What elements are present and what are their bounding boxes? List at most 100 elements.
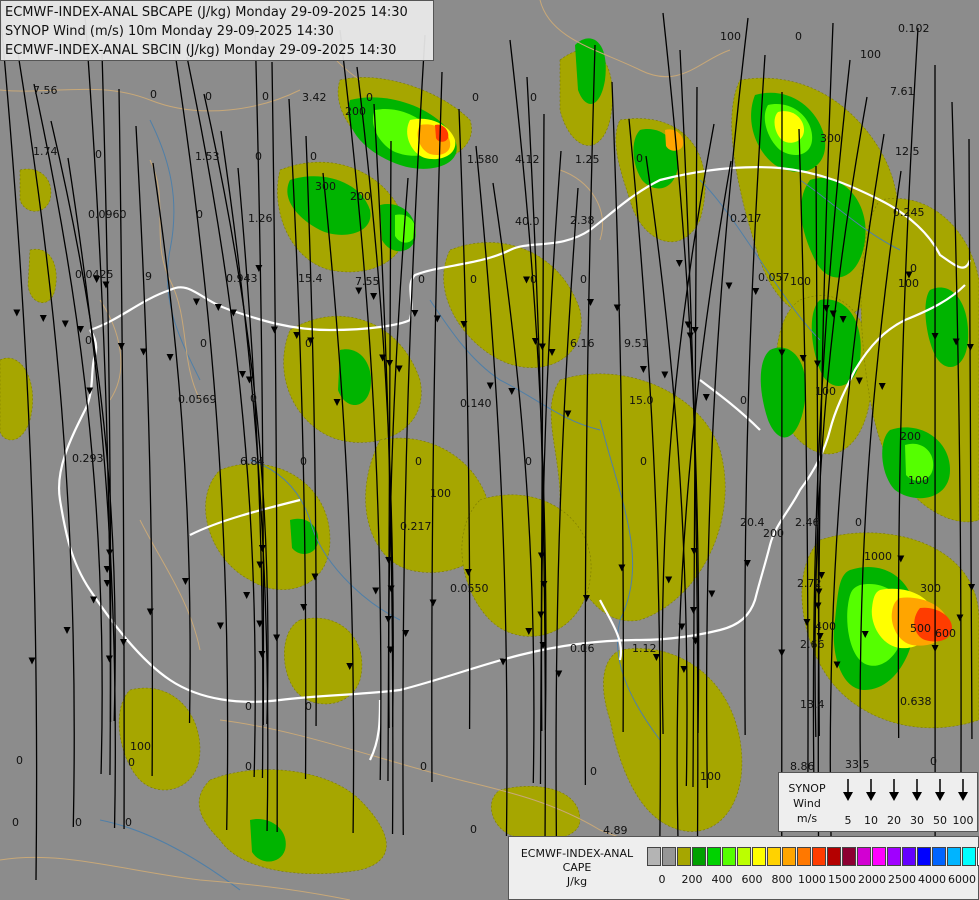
cape-tick-label: 200 — [681, 873, 703, 886]
wind-legend-title: SYNOP Wind m/s — [783, 781, 831, 826]
wind-legend-title-1: SYNOP — [788, 782, 826, 795]
streamline-arrow — [255, 265, 263, 272]
cape-tick-label: 6000 — [948, 873, 976, 886]
map-value-label: 2.72 — [797, 577, 822, 590]
map-value-label: 6.84 — [240, 455, 265, 468]
down-arrow-icon — [912, 779, 922, 801]
map-value-label: 0.140 — [460, 397, 492, 410]
streamline-arrow — [270, 326, 278, 334]
cape-tick-label: 600 — [741, 873, 763, 886]
map-canvas: 7.56 0 0 0 3.42 0 0 0 0 0.102 1.74 0 1.53 0 0 1.580 4.12… — [0, 0, 979, 900]
map-value-label: 0.0550 — [450, 582, 489, 595]
cape-color-swatch — [752, 847, 766, 866]
map-value-label: 0.0569 — [178, 393, 217, 406]
map-value-label: 0 — [530, 273, 537, 286]
streamline-arrow — [105, 655, 113, 663]
wind-legend-key: 100 — [951, 777, 975, 829]
cape-tick-label: 2000 — [858, 873, 886, 886]
map-value-label: 2.38 — [570, 214, 595, 227]
down-arrow-icon — [958, 779, 968, 801]
streamline-arrow — [238, 371, 246, 378]
streamline-arrow — [146, 608, 154, 616]
map-value-label: 0 — [590, 765, 597, 778]
cape-color-swatch — [917, 847, 931, 866]
map-value-label: 2.66 — [800, 638, 825, 651]
map-value-label: 1.53 — [195, 150, 220, 163]
streamline-arrow — [117, 343, 125, 350]
streamline — [84, 14, 112, 776]
streamline-arrow — [778, 649, 786, 657]
map-value-label: 1.12 — [632, 642, 657, 655]
streamline-arrow — [355, 287, 363, 295]
map-value-label: 0 — [205, 90, 212, 103]
streamline-arrow — [13, 309, 21, 317]
map-value-label: 0 — [200, 337, 207, 350]
map-value-label: 0 — [470, 823, 477, 836]
map-value-label: 1.580 — [467, 153, 499, 166]
cape-tick-label: 4000 — [918, 873, 946, 886]
map-value-label: 0 — [366, 91, 373, 104]
streamline — [322, 172, 355, 834]
admin-border-line — [139, 519, 201, 651]
cape-legend: ECMWF-INDEX-ANAL CAPE J/kg 0 200 400 600 800… — [508, 836, 979, 900]
cape-color-swatch — [842, 847, 856, 866]
map-value-label: 300 — [920, 582, 941, 595]
map-value-label: 33.5 — [845, 758, 870, 771]
map-value-label: 1.25 — [575, 153, 600, 166]
streamline-arrow — [661, 371, 669, 379]
map-title-box: ECMWF-INDEX-ANAL SBCAPE (J/kg) Monday 29… — [0, 0, 434, 61]
streamline-arrow — [216, 622, 224, 630]
map-value-label: 3.42 — [302, 91, 327, 104]
down-arrow-icon — [866, 779, 876, 801]
streamline-arrow — [106, 549, 114, 557]
cape-area-olive — [603, 648, 743, 832]
map-value-label: 1.74 — [33, 145, 58, 158]
map-value-label: 0 — [250, 392, 257, 405]
map-value-label: 0 — [262, 90, 269, 103]
map-value-label: 7.56 — [33, 84, 58, 97]
map-value-label: 0 — [245, 760, 252, 773]
map-value-label: 200 — [900, 430, 921, 443]
cape-color-swatch — [707, 847, 721, 866]
map-value-label: 0 — [75, 816, 82, 829]
map-value-label: 0 — [930, 755, 937, 768]
map-value-label: 20.4 — [740, 516, 765, 529]
map-value-label: 0.943 — [226, 272, 258, 285]
map-value-label: 0 — [910, 262, 917, 275]
streamline-arrow — [372, 587, 380, 595]
cape-legend-title-1: ECMWF-INDEX-ANAL — [520, 847, 634, 860]
wind-legend-key-label: 100 — [952, 814, 974, 827]
streamline-arrow — [499, 658, 507, 666]
map-value-label: 0 — [855, 516, 862, 529]
map-value-label: 0 — [305, 337, 312, 350]
map-value-label: 0 — [472, 91, 479, 104]
streamline-arrow — [686, 332, 694, 340]
streamline-arrow — [370, 293, 378, 300]
streamline-arrow — [725, 282, 733, 290]
map-value-label: 9 — [145, 270, 152, 283]
cape-color-scale — [647, 847, 979, 866]
map-value-label: 200 — [350, 190, 371, 203]
map-value-label: 0 — [16, 754, 23, 767]
map-value-label: 1000 — [864, 550, 892, 563]
cape-color-swatch — [932, 847, 946, 866]
cape-color-swatch — [662, 847, 676, 866]
cape-color-swatch — [737, 847, 751, 866]
map-value-label: 4.12 — [515, 153, 540, 166]
title-line-cin: ECMWF-INDEX-ANAL SBCIN (J/kg) Monday 29-… — [5, 43, 397, 58]
map-value-label: 0 — [196, 208, 203, 221]
country-border-line — [369, 699, 382, 761]
map-value-label: 300 — [820, 132, 841, 145]
map-value-label: 0.638 — [900, 695, 932, 708]
wind-legend-key-label: 30 — [910, 814, 924, 827]
map-value-label: 7.55 — [355, 275, 380, 288]
wind-legend-key-label: 10 — [864, 814, 878, 827]
cape-tick-label: 1500 — [828, 873, 856, 886]
map-value-label: 9.51 — [624, 337, 649, 350]
streamline-arrow — [166, 354, 174, 361]
cape-color-swatch — [827, 847, 841, 866]
streamline-arrow — [119, 639, 127, 646]
cape-legend-title: ECMWF-INDEX-ANAL CAPE J/kg — [513, 847, 641, 889]
map-value-label: 100 — [790, 275, 811, 288]
map-value-label: 0 — [95, 148, 102, 161]
